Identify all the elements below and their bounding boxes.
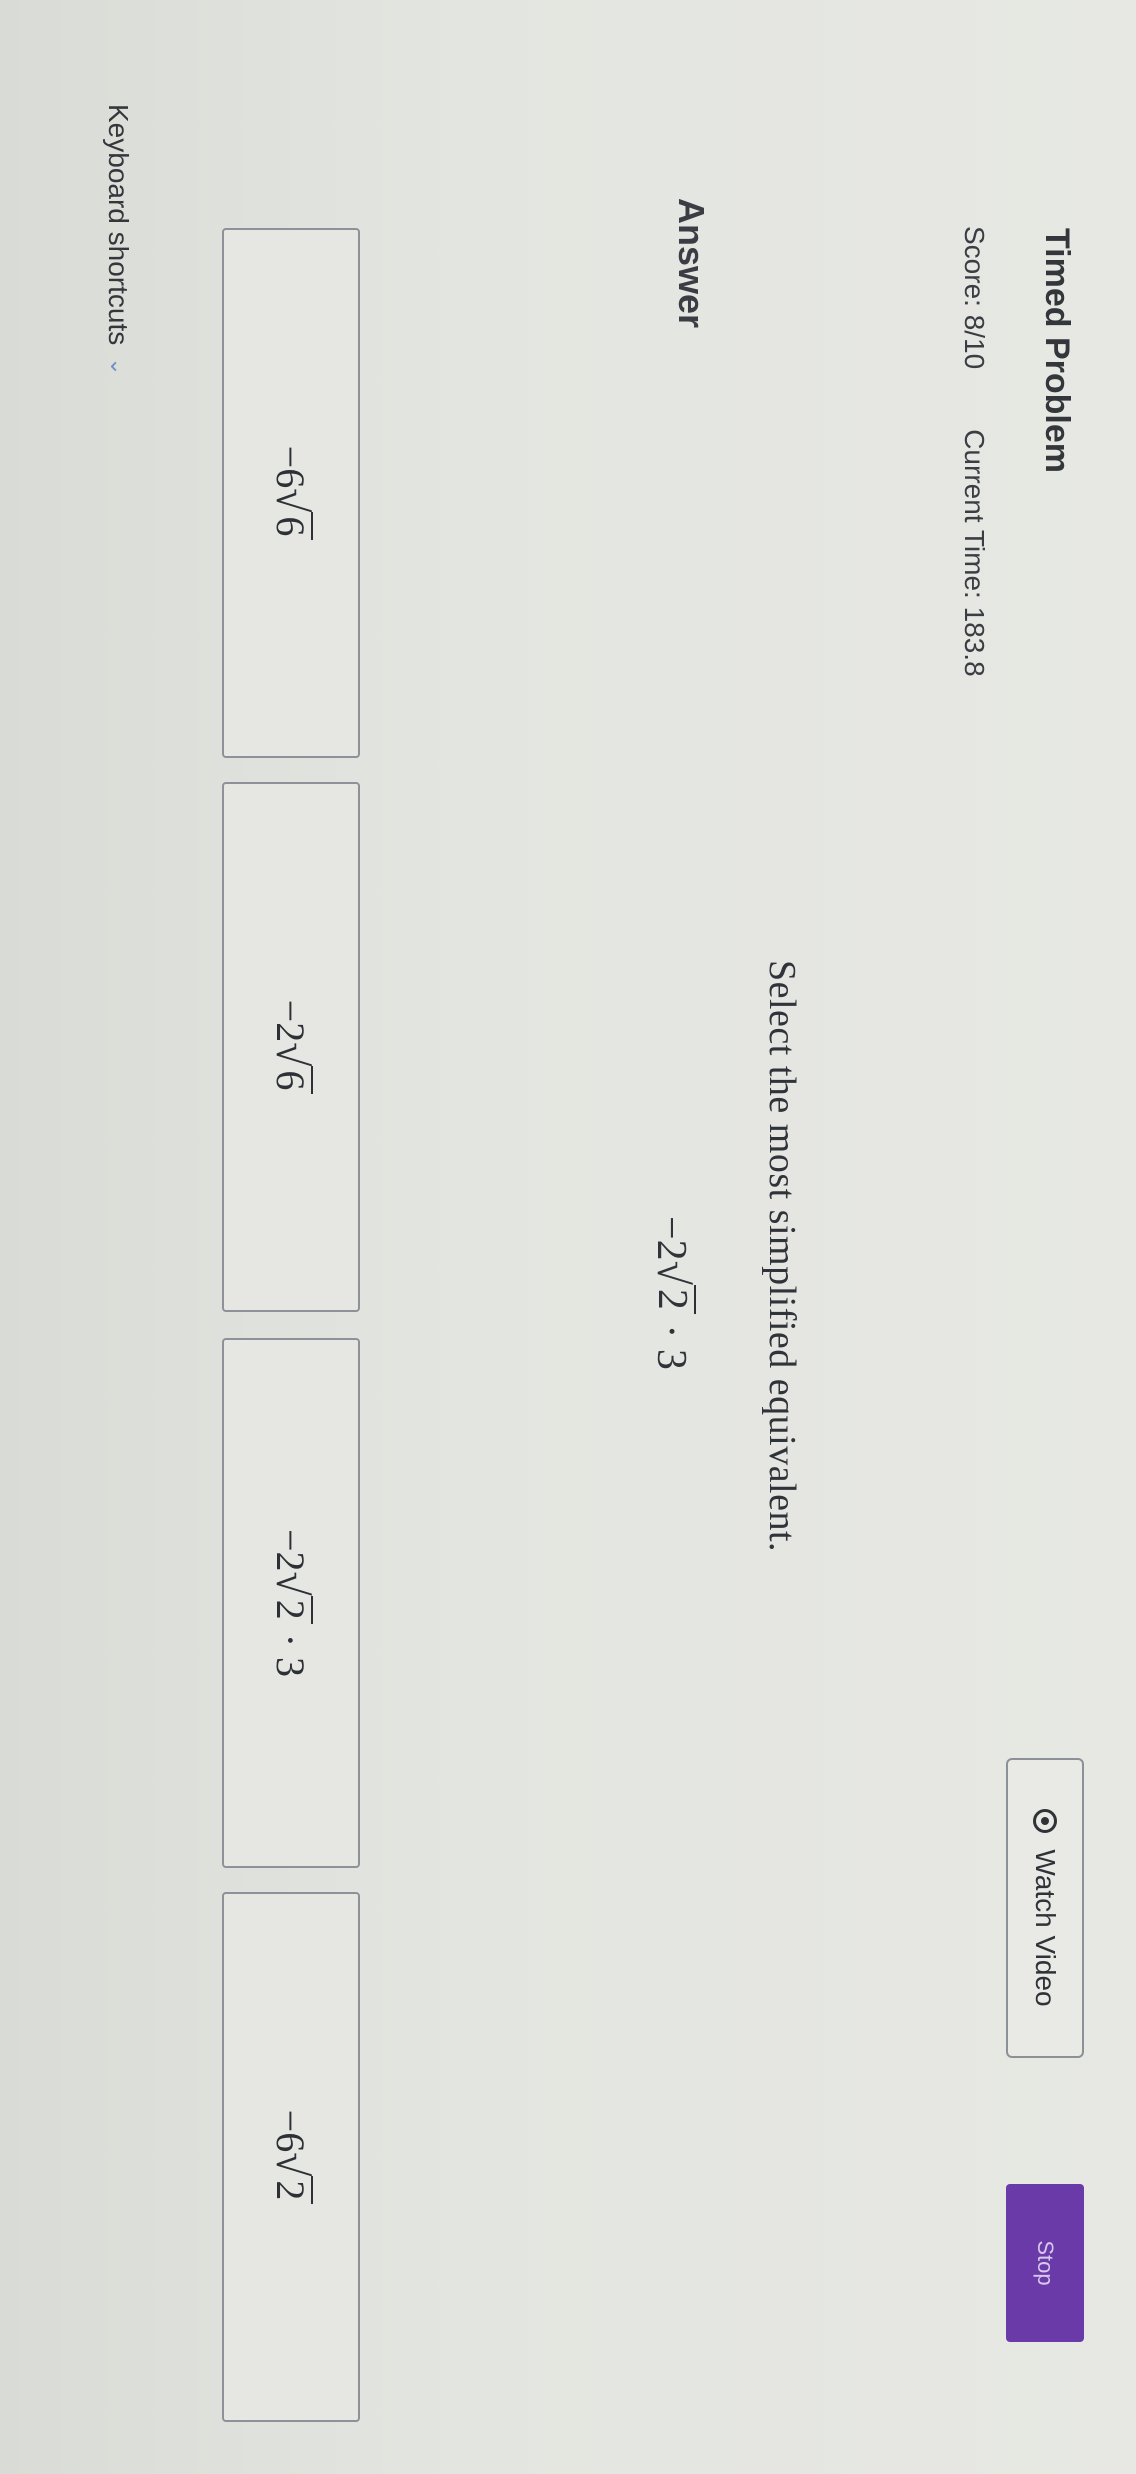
question-prompt: Select the most simplified equivalent. (761, 960, 803, 1553)
choice-radicand: 2 (268, 2176, 313, 2205)
stop-button-label: Stop (1033, 2240, 1058, 2286)
expression-radicand: 2 (649, 1284, 696, 1314)
chevron-down-icon: ⌄ (106, 357, 131, 376)
sqrt-symbol: √ 6 (267, 1042, 316, 1095)
score-text: Score: 8/10 (959, 226, 990, 370)
stop-button[interactable]: Stop (1006, 2184, 1084, 2342)
sqrt-symbol: √ 2 (648, 1261, 697, 1314)
sqrt-symbol: √ 2 (267, 2152, 316, 2205)
video-icon (1033, 1809, 1057, 1834)
choice-suffix: · 3 (268, 1633, 314, 1678)
sqrt-symbol: √ 6 (267, 488, 316, 541)
page-title: Timed Problem (1038, 228, 1076, 473)
status-bar: Score: 8/10 Current Time: 183.8 (958, 226, 990, 677)
answer-label: Answer (671, 198, 712, 329)
choice-coefficient: −6 (268, 2109, 314, 2153)
watch-video-button[interactable]: Watch Video (1006, 1758, 1084, 2058)
answer-choice-2[interactable]: −2 √ 6 (222, 782, 360, 1312)
watch-video-label: Watch Video (1030, 1849, 1061, 2007)
answer-choice-4[interactable]: −6 √ 2 (222, 1892, 360, 2422)
answer-choice-3[interactable]: −2 √ 2 · 3 (222, 1338, 360, 1868)
choice-radicand: 6 (268, 1066, 313, 1095)
expression-suffix: · 3 (647, 1324, 694, 1370)
sqrt-symbol: √ 2 (267, 1572, 316, 1624)
choice-radicand: 2 (268, 1595, 313, 1624)
choice-radicand: 6 (268, 512, 313, 541)
page: Timed Problem Score: 8/10 Current Time: … (0, 0, 1136, 2474)
expression-coefficient: −2 (647, 1216, 694, 1261)
choice-coefficient: −6 (268, 445, 314, 489)
keyboard-shortcuts-toggle[interactable]: Keyboard shortcuts ⌄ (102, 104, 134, 376)
question-expression: −2 √ 2 · 3 (647, 1216, 697, 1370)
choice-coefficient: −2 (268, 999, 314, 1043)
keyboard-shortcuts-label: Keyboard shortcuts (103, 104, 134, 346)
current-time-text: Current Time: 183.8 (959, 429, 990, 677)
answer-choice-1[interactable]: −6 √ 6 (222, 228, 360, 758)
choice-coefficient: −2 (268, 1528, 314, 1572)
